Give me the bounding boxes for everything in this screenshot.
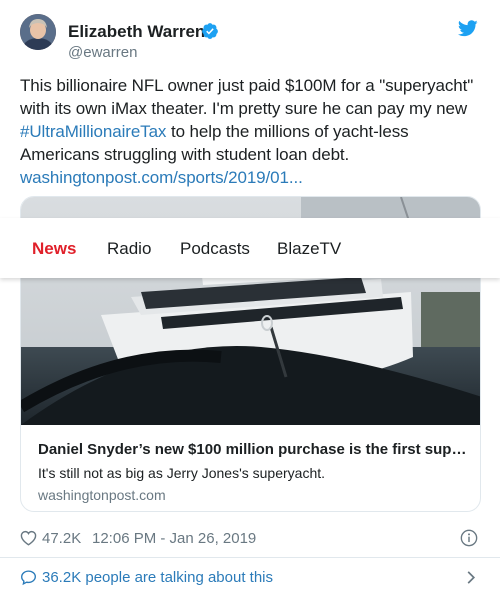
article-link[interactable]: washingtonpost.com/sports/2019/01... <box>20 168 303 187</box>
talking-count[interactable]: 36.2K people are talking about this <box>42 569 273 586</box>
speech-bubble-icon <box>21 570 36 586</box>
card-description: It's still not as big as Jerry Jones's s… <box>38 465 326 481</box>
tweet-body: This billionaire NFL owner just paid $10… <box>20 74 484 189</box>
nav-item-news[interactable]: News <box>32 239 76 259</box>
heart-icon[interactable] <box>20 530 37 546</box>
hashtag-link[interactable]: #UltraMillionaireTax <box>20 122 166 141</box>
conversation-link[interactable]: 36.2K people are talking about this <box>20 568 480 588</box>
nav-item-podcasts[interactable]: Podcasts <box>180 239 250 259</box>
site-nav-bar: News Radio Podcasts BlazeTV <box>0 218 500 278</box>
author-name[interactable]: Elizabeth Warren <box>68 22 205 42</box>
twitter-bird-icon[interactable] <box>458 20 478 37</box>
card-domain: washingtonpost.com <box>38 487 166 503</box>
nav-item-radio[interactable]: Radio <box>107 239 151 259</box>
author-handle[interactable]: @ewarren <box>68 44 137 61</box>
card-title[interactable]: Daniel Snyder’s new $100 million purchas… <box>38 441 468 458</box>
divider <box>0 557 500 558</box>
like-count[interactable]: 47.2K <box>42 530 81 547</box>
tweet-text-part-1: This billionaire NFL owner just paid $10… <box>20 76 474 118</box>
tweet-timestamp[interactable]: 12:06 PM - Jan 26, 2019 <box>92 530 256 547</box>
avatar[interactable] <box>20 14 56 50</box>
info-icon[interactable] <box>460 529 478 547</box>
verified-badge-icon <box>202 23 218 39</box>
chevron-right-icon[interactable] <box>466 570 476 585</box>
tweet-meta: 47.2K 12:06 PM - Jan 26, 2019 <box>20 529 480 549</box>
tweet-header: Elizabeth Warren @ewarren <box>20 14 480 64</box>
nav-item-blazetv[interactable]: BlazeTV <box>277 239 341 259</box>
